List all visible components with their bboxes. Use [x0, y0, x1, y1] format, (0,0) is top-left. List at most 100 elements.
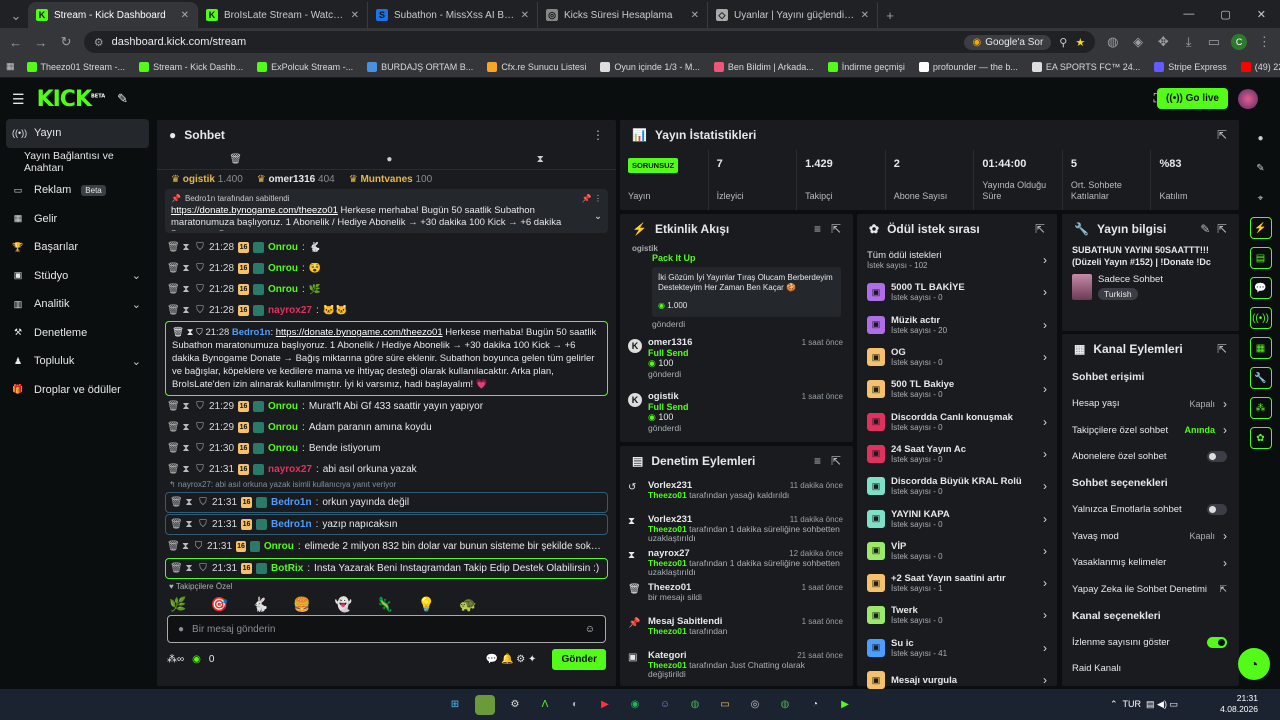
gift-icon[interactable]: ✿ — [1249, 427, 1272, 449]
bookmark-item[interactable]: Stripe Express — [1154, 61, 1227, 72]
timeout-icon[interactable]: ⧗ — [181, 422, 191, 433]
chat-bubble-icon[interactable]: 💬 — [1249, 277, 1272, 299]
filter-icon[interactable]: ≡ ⇱ — [814, 222, 841, 236]
moderation-item[interactable]: ▣ Kategori 21 saat önce Theezo01 tarafından… — [620, 646, 853, 680]
moderation-item[interactable]: 🗑 Theezo01 1 saat önce bir mesajı sildi — [620, 578, 853, 612]
sidebar-item[interactable]: Yayın Bağlantısı ve Anahtarı — [0, 148, 155, 177]
delete-icon[interactable]: 🗑 — [167, 305, 180, 316]
bookmark-item[interactable]: Theezo01 Stream -... — [26, 61, 125, 72]
timeout-icon[interactable]: ⧗ — [184, 519, 194, 530]
message-input[interactable]: ● Bir mesaj gönderin ☺ — [167, 615, 606, 643]
ban-icon[interactable]: ⛉ — [195, 401, 205, 412]
filter-icon[interactable]: ≡ ⇱ — [814, 454, 841, 468]
back-icon[interactable]: ← — [8, 35, 23, 50]
emote[interactable]: 💡 — [418, 596, 435, 613]
moderation-item[interactable]: ↺ Vorlex231 11 dakika önce Theezo01 tarafın… — [620, 476, 853, 510]
moderation-item[interactable]: ⧗ nayrox27 12 dakika önce Theezo01 tarafınd… — [620, 544, 853, 578]
ban-icon[interactable]: ⛉ — [195, 242, 205, 253]
windows-start-icon[interactable]: ⊞ — [445, 695, 465, 715]
pinned-link[interactable]: https://donate.bynogame.com/theezo01 — [171, 205, 338, 216]
send-button[interactable]: Gönder — [552, 649, 606, 670]
support-chat-icon[interactable]: ◔ — [1238, 648, 1270, 680]
bookmark-item[interactable]: BURDAJŞ ORTAM B... — [367, 61, 473, 72]
apps-grid-icon[interactable]: ▦ — [6, 61, 15, 72]
site-info-icon[interactable]: ⚙ — [94, 36, 104, 49]
youtube-icon[interactable]: ▶ — [595, 695, 615, 715]
message-user[interactable]: Bedro1n — [271, 519, 312, 530]
sidebar-item[interactable]: ▥ Analitik ⌄ — [0, 290, 155, 319]
download-icon[interactable]: ⤓ — [1181, 34, 1196, 50]
emote[interactable]: 👻 — [335, 596, 352, 613]
emote[interactable]: 🍔 — [293, 596, 310, 613]
reward-item[interactable]: ▣ Discordda Canlı konuşmak İstek sayısı - … — [857, 405, 1057, 437]
chat-message[interactable]: 🗑 ⧗ ⛉ 21:31 16 nayrox27: abi asıl orkuna yazak — [157, 459, 616, 480]
chat-settings-icons[interactable]: 💬 🔔 ⚙ ✦ — [486, 654, 537, 665]
popout-icon[interactable]: ⇱ — [1217, 128, 1227, 142]
emote[interactable]: 🌿 — [169, 596, 186, 613]
reward-item[interactable]: ▣ 5000 TL BAKİYE İstek sayısı - 0 › — [857, 276, 1057, 308]
browser-tab[interactable]: K BroIsLate Stream - Watch Live o ✕ — [198, 2, 368, 28]
puzzle-icon[interactable]: ✥ — [1156, 34, 1171, 50]
message-user[interactable]: BotRix — [271, 563, 303, 574]
reward-item[interactable]: ▣ VİP İstek sayısı - 0 › — [857, 535, 1057, 567]
channel-setting[interactable]: Abonelere özel sohbet — [1062, 444, 1239, 471]
reward-item[interactable]: ▣ OG İstek sayısı - 0 › — [857, 341, 1057, 373]
ban-icon[interactable]: ⛉ — [198, 519, 208, 530]
chat-message[interactable]: 🗑 ⧗ ⛉ 21:31 16 Onrou: elimede 2 milyon 832 bin… — [157, 536, 616, 557]
list-icon[interactable]: ▦ — [1249, 337, 1272, 359]
folder-icon[interactable]: ▭ — [715, 695, 735, 715]
delete-icon[interactable]: 🗑 — [170, 497, 183, 508]
timeout-icon[interactable]: ⧗ — [184, 497, 194, 508]
ban-icon[interactable]: ⛉ — [195, 443, 205, 454]
message-user[interactable]: nayrox27 — [268, 464, 312, 475]
channel-setting[interactable]: Yasaklanmış kelimeler › — [1062, 550, 1239, 577]
message-user[interactable]: Onrou — [268, 284, 298, 295]
new-tab-icon[interactable]: + — [882, 8, 898, 23]
system-clock[interactable]: 21:31 4.08.2026 — [1220, 693, 1258, 715]
hourglass-icon[interactable]: ⧗ — [537, 154, 544, 165]
forward-icon[interactable]: → — [33, 35, 48, 50]
message-user[interactable]: Bedro1n — [232, 327, 271, 338]
reward-item[interactable]: ▣ Su ic İstek sayısı - 41 › — [857, 632, 1057, 664]
message-user[interactable]: Onrou — [268, 422, 298, 433]
chat-message[interactable]: 🗑 ⧗ ⛉ 21:28 16 Onrou: 🌿 — [157, 279, 616, 300]
tab-close-icon[interactable]: ✕ — [521, 10, 529, 21]
ban-icon[interactable]: ⛉ — [195, 305, 205, 316]
moderation-item[interactable]: 📌 Mesaj Sabitlendi 1 saat önce Theezo01 tar… — [620, 612, 853, 646]
unpin-icon[interactable]: 📌 ⋮ — [582, 193, 602, 205]
edit-icon[interactable]: ✎ ⇱ — [1200, 222, 1227, 236]
message-user[interactable]: Onrou — [268, 401, 298, 412]
chrome-icon[interactable]: ◍ — [685, 695, 705, 715]
emote[interactable]: 🐢 — [459, 596, 476, 613]
maximize-icon[interactable]: ▢ — [1220, 8, 1230, 21]
timeout-icon[interactable]: ⧗ — [181, 541, 190, 552]
toggle-switch[interactable] — [1207, 451, 1227, 463]
ban-icon[interactable]: ⛉ — [194, 541, 203, 552]
delete-icon[interactable]: 🗑 — [167, 242, 180, 253]
sidebar-item[interactable]: ▦ Gelir — [0, 205, 155, 234]
ban-icon[interactable]: ⛉ — [198, 497, 208, 508]
popout-icon[interactable]: ⇱ — [1035, 222, 1045, 236]
google-ask-button[interactable]: ◉ Google'a Sor — [964, 34, 1052, 50]
chat-message[interactable]: 🗑 ⧗ ⛉ 21:28 16 nayrox27: 🐱🐱 — [157, 300, 616, 321]
channel-setting[interactable]: Hesap yaşı Kapalı › — [1062, 391, 1239, 418]
message-user[interactable]: Onrou — [268, 242, 298, 253]
delete-icon[interactable]: 🗑 — [167, 263, 180, 274]
delete-icon[interactable]: 🗑 — [167, 464, 180, 475]
timeout-icon[interactable]: ⧗ — [181, 443, 191, 454]
chat-message[interactable]: 🗑 ⧗ ⛉ 21:28 16 Onrou: 😵 — [157, 258, 616, 279]
users-icon[interactable]: ⁂∞ — [167, 654, 184, 665]
tab-close-icon[interactable]: ✕ — [181, 10, 189, 21]
ban-icon[interactable]: ⛉ — [195, 422, 205, 433]
emote[interactable]: 🦎 — [376, 596, 393, 613]
reward-item[interactable]: ▣ Müzik actır İstek sayısı - 20 › — [857, 309, 1057, 341]
shield-icon[interactable]: ◈ — [1130, 34, 1145, 50]
channel-setting[interactable]: Yavaş mod Kapalı › — [1062, 523, 1239, 550]
extension-icon[interactable]: ◍ — [1105, 34, 1120, 50]
timeout-icon[interactable]: ⧗ — [181, 305, 191, 316]
reward-item[interactable]: ▣ YAYINI KAPA İstek sayısı - 0 › — [857, 502, 1057, 534]
go-live-button[interactable]: ((•)) Go live — [1157, 88, 1228, 109]
emote[interactable]: 🐇 — [252, 596, 269, 613]
minecraft-icon[interactable] — [475, 694, 495, 715]
message-user[interactable]: Onrou — [268, 263, 298, 274]
